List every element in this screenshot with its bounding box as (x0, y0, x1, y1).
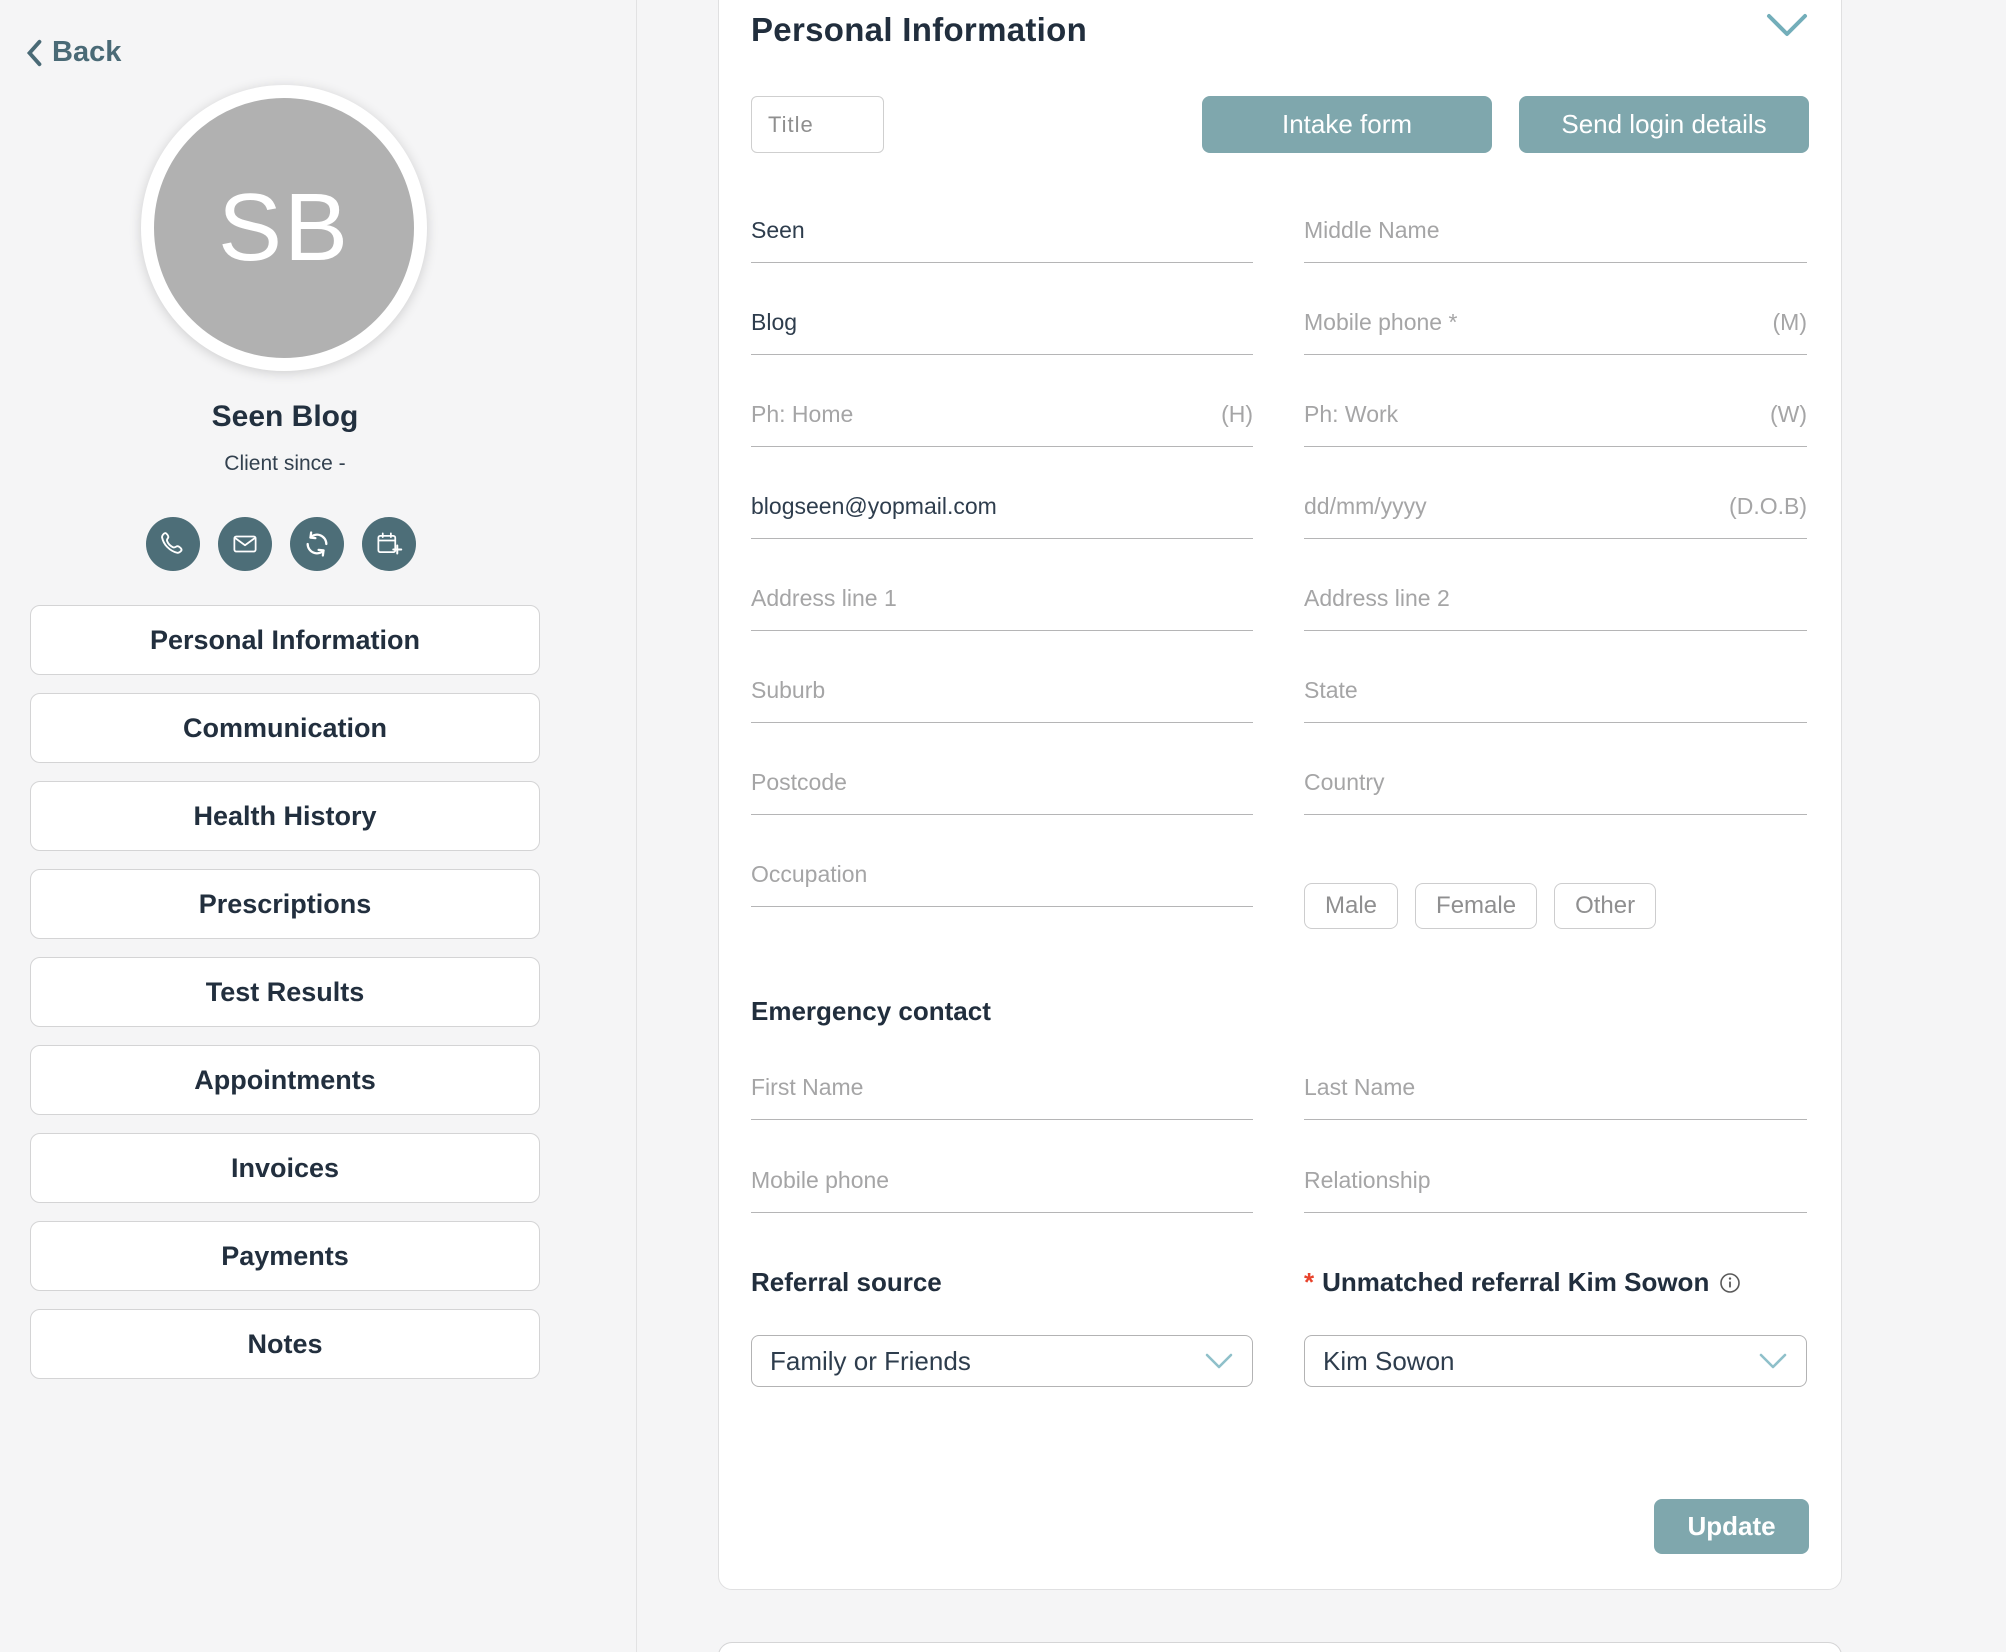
sidebar-item-appointments[interactable]: Appointments (30, 1045, 540, 1115)
country-field[interactable]: Country (1304, 769, 1807, 815)
gender-male-button[interactable]: Male (1304, 883, 1398, 929)
phone-icon[interactable] (146, 517, 200, 571)
sidebar-item-communication[interactable]: Communication (30, 693, 540, 763)
client-sidebar: Back SB Seen Blog Client since - (0, 0, 637, 1652)
emergency-first-name-placeholder: First Name (751, 1074, 863, 1101)
address-line-2-field[interactable]: Address line 2 (1304, 585, 1807, 631)
client-since-label: Client since - (0, 452, 570, 476)
sidebar-item-prescriptions[interactable]: Prescriptions (30, 869, 540, 939)
occupation-field[interactable]: Occupation (751, 861, 1253, 907)
sync-icon[interactable] (290, 517, 344, 571)
postcode-field[interactable]: Postcode (751, 769, 1253, 815)
update-button[interactable]: Update (1654, 1499, 1809, 1554)
collapse-chevron-icon[interactable] (1765, 11, 1809, 44)
unmatched-referral-value: Kim Sowon (1323, 1346, 1455, 1377)
email-field[interactable]: blogseen@yopmail.com (751, 493, 1253, 539)
address-line-2-placeholder: Address line 2 (1304, 585, 1450, 612)
section-title: Personal Information (751, 11, 1087, 49)
middle-name-field[interactable]: Middle Name (1304, 217, 1807, 263)
emergency-contact-heading: Emergency contact (751, 996, 991, 1027)
work-phone-suffix: (W) (1770, 401, 1807, 428)
emergency-relationship-placeholder: Relationship (1304, 1167, 1431, 1194)
sidebar-item-notes[interactable]: Notes (30, 1309, 540, 1379)
work-phone-placeholder: Ph: Work (1304, 401, 1398, 428)
first-name-field[interactable]: Seen (751, 217, 1253, 263)
occupation-placeholder: Occupation (751, 861, 867, 888)
last-name-value: Blog (751, 309, 797, 336)
sidebar-item-payments[interactable]: Payments (30, 1221, 540, 1291)
referral-source-label: Referral source (751, 1267, 942, 1298)
unmatched-referral-dropdown[interactable]: Kim Sowon (1304, 1335, 1807, 1387)
calendar-add-icon[interactable] (362, 517, 416, 571)
referral-source-dropdown[interactable]: Family or Friends (751, 1335, 1253, 1387)
address-line-1-placeholder: Address line 1 (751, 585, 897, 612)
home-phone-placeholder: Ph: Home (751, 401, 853, 428)
state-placeholder: State (1304, 677, 1358, 704)
intake-form-button[interactable]: Intake form (1202, 96, 1492, 153)
home-phone-suffix: (H) (1221, 401, 1253, 428)
info-icon[interactable] (1719, 1272, 1741, 1294)
referral-source-value: Family or Friends (770, 1346, 971, 1377)
dob-placeholder: dd/mm/yyyy (1304, 493, 1427, 520)
gender-selector: Male Female Other (1304, 883, 1656, 929)
unmatched-referral-label: Unmatched referral Kim Sowon (1322, 1267, 1709, 1298)
chevron-down-icon (1204, 1352, 1234, 1370)
sidebar-item-health-history[interactable]: Health History (30, 781, 540, 851)
client-name: Seen Blog (0, 400, 570, 434)
client-action-icons (146, 517, 416, 571)
emergency-relationship-field[interactable]: Relationship (1304, 1167, 1807, 1213)
gender-female-button[interactable]: Female (1415, 883, 1537, 929)
emergency-mobile-phone-field[interactable]: Mobile phone (751, 1167, 1253, 1213)
mobile-phone-field[interactable]: Mobile phone * (M) (1304, 309, 1807, 355)
suburb-field[interactable]: Suburb (751, 677, 1253, 723)
mobile-phone-suffix: (M) (1773, 309, 1807, 336)
emergency-mobile-phone-placeholder: Mobile phone (751, 1167, 889, 1194)
required-asterisk: * (1304, 1267, 1314, 1298)
address-line-1-field[interactable]: Address line 1 (751, 585, 1253, 631)
suburb-placeholder: Suburb (751, 677, 825, 704)
back-label: Back (52, 36, 121, 69)
work-phone-field[interactable]: Ph: Work (W) (1304, 401, 1807, 447)
next-section-card (718, 1642, 1842, 1652)
last-name-field[interactable]: Blog (751, 309, 1253, 355)
back-chevron-icon (26, 38, 42, 68)
emergency-last-name-placeholder: Last Name (1304, 1074, 1415, 1101)
sidebar-item-personal-information[interactable]: Personal Information (30, 605, 540, 675)
first-name-value: Seen (751, 217, 805, 244)
dob-field[interactable]: dd/mm/yyyy (D.O.B) (1304, 493, 1807, 539)
email-icon[interactable] (218, 517, 272, 571)
unmatched-referral-label-row: * Unmatched referral Kim Sowon (1304, 1267, 1741, 1298)
postcode-placeholder: Postcode (751, 769, 847, 796)
state-field[interactable]: State (1304, 677, 1807, 723)
emergency-first-name-field[interactable]: First Name (751, 1074, 1253, 1120)
dob-suffix: (D.O.B) (1729, 493, 1807, 520)
middle-name-placeholder: Middle Name (1304, 217, 1440, 244)
send-login-details-button[interactable]: Send login details (1519, 96, 1809, 153)
sidebar-item-test-results[interactable]: Test Results (30, 957, 540, 1027)
country-placeholder: Country (1304, 769, 1385, 796)
gender-other-button[interactable]: Other (1554, 883, 1656, 929)
avatar-initials: SB (218, 173, 350, 283)
mobile-phone-placeholder: Mobile phone * (1304, 309, 1457, 336)
title-input[interactable] (751, 96, 884, 153)
back-button[interactable]: Back (26, 36, 121, 69)
avatar: SB (141, 85, 427, 371)
client-profile-page: Back SB Seen Blog Client since - (0, 0, 2006, 1652)
email-value: blogseen@yopmail.com (751, 493, 997, 520)
emergency-last-name-field[interactable]: Last Name (1304, 1074, 1807, 1120)
home-phone-field[interactable]: Ph: Home (H) (751, 401, 1253, 447)
personal-information-card: Personal Information Intake form Send lo… (718, 0, 1842, 1590)
chevron-down-icon (1758, 1352, 1788, 1370)
sidebar-item-invoices[interactable]: Invoices (30, 1133, 540, 1203)
